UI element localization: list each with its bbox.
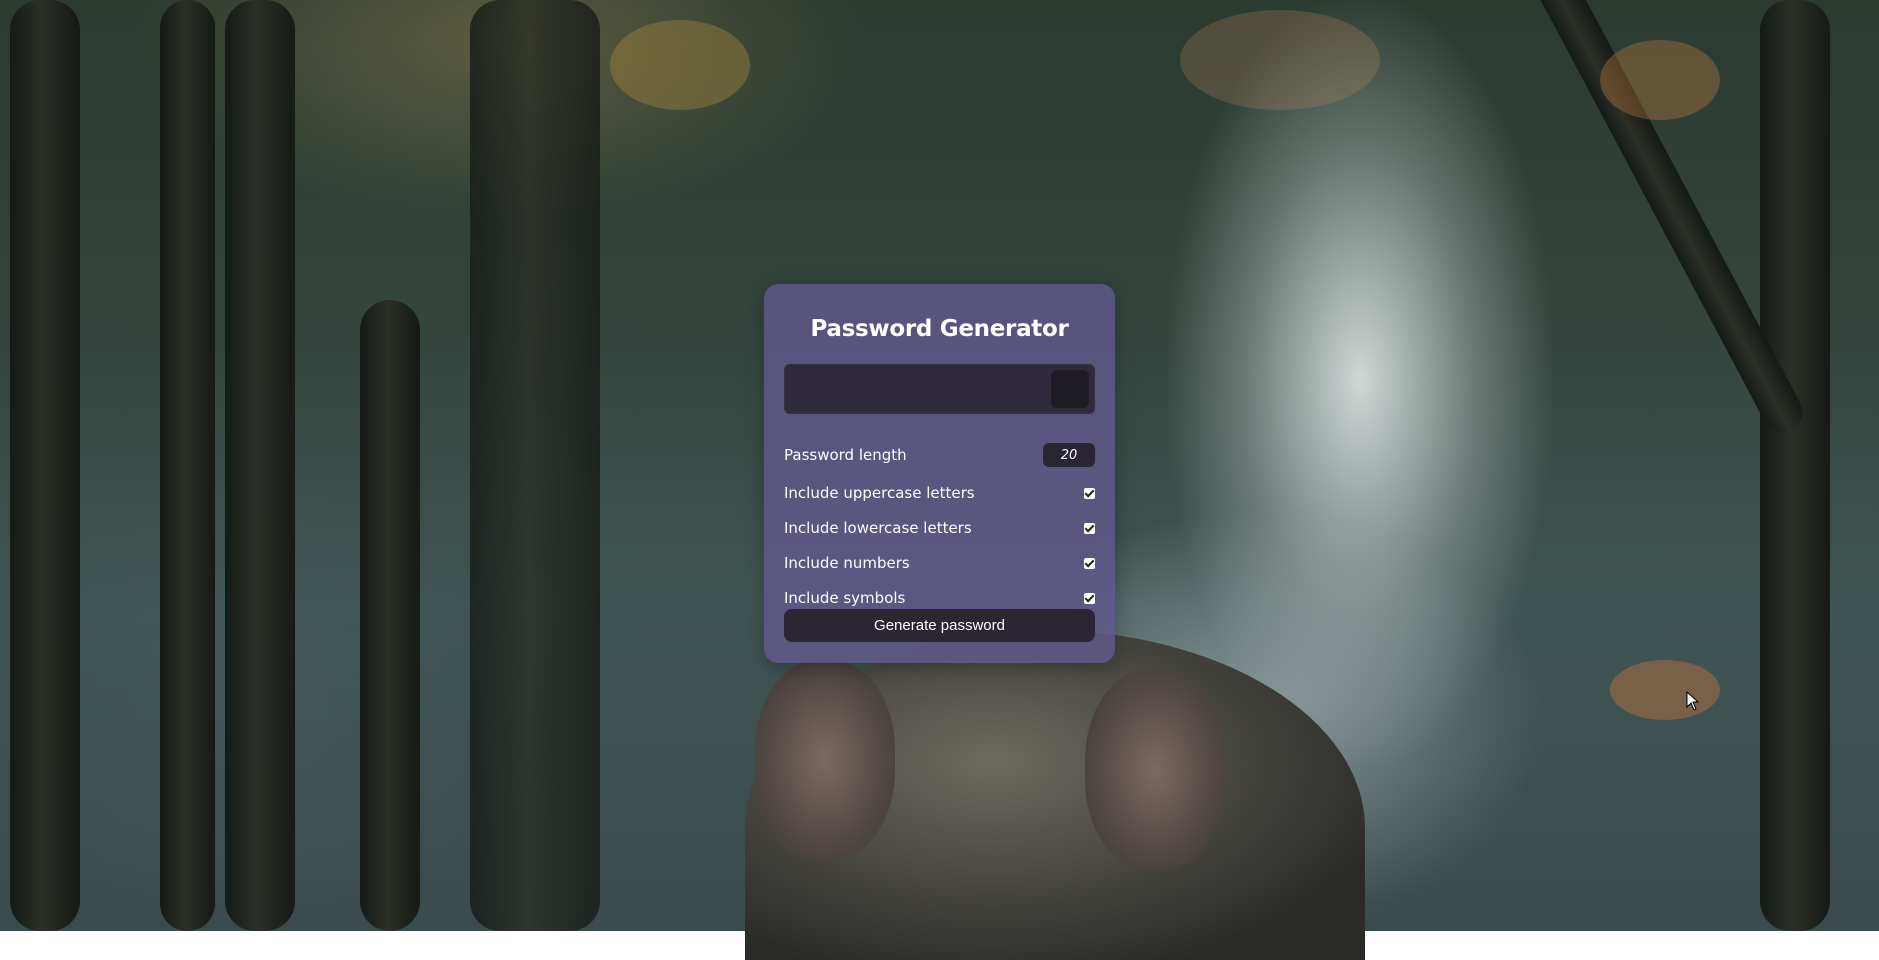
tree-trunk (10, 0, 80, 931)
leaf-cluster (1610, 660, 1720, 720)
length-label: Password length (784, 446, 907, 464)
lowercase-row: Include lowercase letters (784, 515, 1095, 541)
mouse-cursor-icon (1686, 691, 1700, 711)
lowercase-label: Include lowercase letters (784, 519, 972, 537)
numbers-row: Include numbers (784, 550, 1095, 576)
length-input[interactable]: 20 (1043, 443, 1095, 467)
elephant-ear (1085, 670, 1225, 870)
password-result-field[interactable] (784, 364, 1095, 414)
elephant-ear (755, 660, 895, 860)
tree-trunk (1760, 0, 1830, 931)
password-generator-panel: Password Generator Password length 20 In… (764, 284, 1115, 663)
leaf-cluster (610, 20, 750, 110)
copy-button[interactable] (1051, 370, 1089, 408)
lowercase-checkbox[interactable] (1084, 522, 1095, 534)
uppercase-label: Include uppercase letters (784, 484, 975, 502)
symbols-label: Include symbols (784, 589, 906, 607)
length-row: Password length 20 (784, 442, 1095, 468)
tree-trunk (470, 0, 600, 931)
symbols-checkbox[interactable] (1084, 592, 1095, 604)
page-title: Password Generator (810, 316, 1069, 342)
clipboard-icon (1062, 382, 1078, 398)
numbers-checkbox[interactable] (1084, 557, 1095, 569)
leaf-cluster (1180, 10, 1380, 110)
leaf-cluster (1600, 40, 1720, 120)
uppercase-checkbox[interactable] (1084, 487, 1095, 499)
uppercase-row: Include uppercase letters (784, 480, 1095, 506)
generate-password-button[interactable]: Generate password (784, 609, 1095, 642)
numbers-label: Include numbers (784, 554, 910, 572)
tree-trunk (225, 0, 295, 931)
tree-trunk (160, 0, 215, 931)
symbols-row: Include symbols (784, 585, 1095, 611)
tree-trunk (360, 300, 420, 931)
